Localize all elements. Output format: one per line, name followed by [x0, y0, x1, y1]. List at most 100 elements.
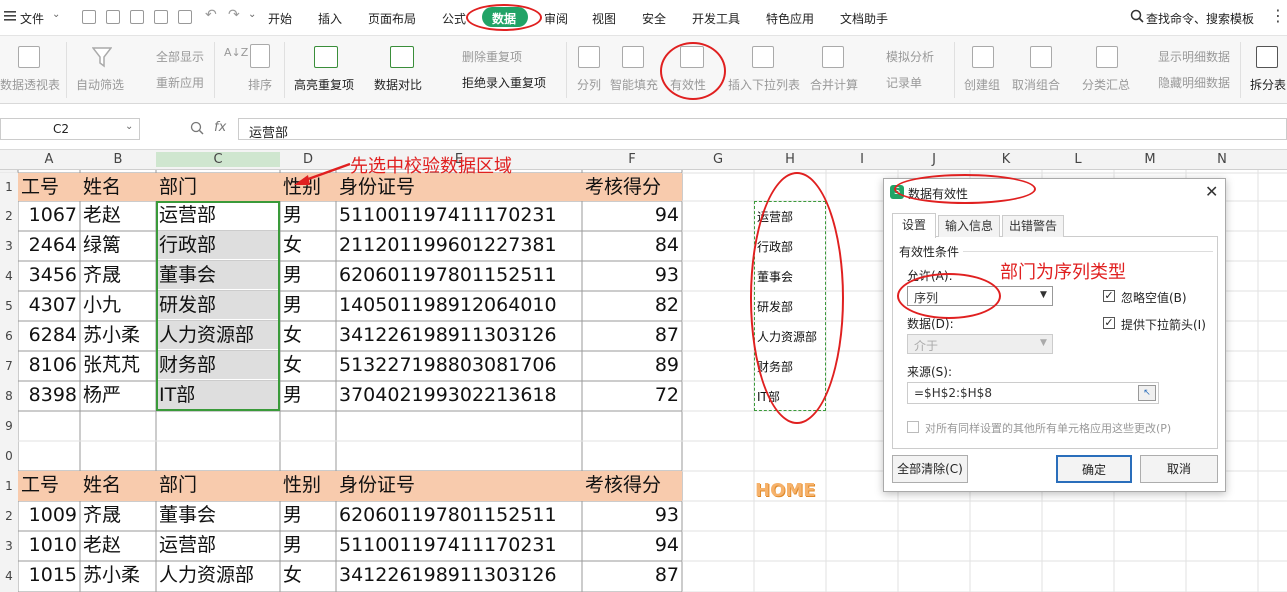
- table-cell[interactable]: 小九: [80, 291, 156, 319]
- table-cell[interactable]: 72: [582, 381, 682, 409]
- tab-security[interactable]: 安全: [642, 10, 666, 27]
- table-cell[interactable]: 女: [280, 321, 336, 349]
- table2-header-score[interactable]: 考核得分: [582, 471, 682, 501]
- merge-calc-icon[interactable]: [822, 46, 844, 68]
- tab-formula[interactable]: 公式: [442, 10, 466, 27]
- row-header[interactable]: 6: [0, 321, 18, 351]
- table-cell[interactable]: 杨严: [80, 381, 156, 409]
- table-cell[interactable]: 370402199302213618: [336, 381, 582, 409]
- table-cell[interactable]: 男: [280, 381, 336, 409]
- search-command[interactable]: 查找命令、搜索模板: [1146, 10, 1254, 27]
- table-cell[interactable]: 620601197801152511: [336, 501, 582, 529]
- table2-header-name[interactable]: 姓名: [80, 471, 156, 501]
- table-cell[interactable]: 男: [280, 531, 336, 559]
- preview-icon[interactable]: [154, 10, 168, 24]
- table-cell[interactable]: 苏小柔: [80, 561, 156, 589]
- split-table-button[interactable]: 拆分表: [1250, 76, 1286, 93]
- sort-icon[interactable]: [250, 44, 270, 68]
- table2-header-id[interactable]: 工号: [18, 471, 80, 501]
- tab-home[interactable]: 开始: [268, 10, 292, 27]
- table-cell[interactable]: 苏小柔: [80, 321, 156, 349]
- row-header[interactable]: 7: [0, 351, 18, 381]
- table-cell[interactable]: 87: [582, 321, 682, 349]
- tab-review[interactable]: 审阅: [544, 10, 568, 27]
- table-cell[interactable]: 齐晟: [80, 261, 156, 289]
- row-header[interactable]: 1: [0, 471, 18, 501]
- tab-doc-assistant[interactable]: 文档助手: [840, 10, 888, 27]
- sort-button[interactable]: 排序: [248, 76, 272, 93]
- table-cell[interactable]: 老赵: [80, 531, 156, 559]
- tab-developer[interactable]: 开发工具: [692, 10, 740, 27]
- show-detail-button[interactable]: 显示明细数据: [1158, 48, 1230, 65]
- dropdown-arrow-icon[interactable]: ▼: [1040, 290, 1047, 300]
- table-cell[interactable]: 张芃芃: [80, 351, 156, 379]
- tab-special[interactable]: 特色应用: [766, 10, 814, 27]
- chevron-down-icon[interactable]: ⌄: [52, 9, 60, 20]
- fx-icon[interactable]: fx: [214, 120, 226, 135]
- table-cell[interactable]: 1009: [18, 501, 80, 529]
- table-cell[interactable]: 94: [582, 531, 682, 559]
- table-cell[interactable]: 齐晟: [80, 501, 156, 529]
- table-cell[interactable]: 89: [582, 351, 682, 379]
- table-cell[interactable]: 511001197411170231: [336, 201, 582, 229]
- close-icon[interactable]: ✕: [1205, 182, 1218, 201]
- table-cell[interactable]: 341226198911303126: [336, 561, 582, 589]
- col-header[interactable]: J: [898, 152, 970, 167]
- col-header[interactable]: K: [970, 152, 1042, 167]
- table-cell[interactable]: 3456: [18, 261, 80, 289]
- table-cell[interactable]: 87: [582, 561, 682, 589]
- create-group-icon[interactable]: [972, 46, 994, 68]
- ungroup-button[interactable]: 取消组合: [1012, 76, 1060, 93]
- row-header[interactable]: 3: [0, 231, 18, 261]
- table-cell[interactable]: 93: [582, 261, 682, 289]
- table1-header-name[interactable]: 姓名: [80, 173, 156, 201]
- pivot-table-icon[interactable]: [18, 46, 40, 68]
- row-header[interactable]: 4: [0, 561, 18, 592]
- tab-insert[interactable]: 插入: [318, 10, 342, 27]
- insert-dropdown-button[interactable]: 插入下拉列表: [728, 76, 800, 93]
- clear-all-button[interactable]: 全部清除(C): [892, 455, 968, 483]
- table-cell[interactable]: 94: [582, 201, 682, 229]
- zoom-icon[interactable]: [190, 121, 204, 138]
- export-icon[interactable]: [106, 10, 120, 24]
- insert-dropdown-icon[interactable]: [752, 46, 774, 68]
- col-header[interactable]: G: [682, 152, 754, 167]
- apply-all-checkbox[interactable]: [907, 421, 919, 433]
- pivot-table-button[interactable]: 数据透视表: [0, 76, 60, 93]
- row-header[interactable]: 4: [0, 261, 18, 291]
- chevron-down-icon[interactable]: ⌄: [248, 9, 256, 20]
- chevron-down-icon[interactable]: ⌄: [125, 121, 133, 132]
- table-cell[interactable]: 老赵: [80, 201, 156, 229]
- tab-error-alert[interactable]: 出错警告: [1002, 215, 1064, 237]
- tab-input-info[interactable]: 输入信息: [938, 215, 1000, 237]
- hide-detail-button[interactable]: 隐藏明细数据: [1158, 74, 1230, 91]
- subtotal-icon[interactable]: [1096, 46, 1118, 68]
- split-column-button[interactable]: 分列: [577, 76, 601, 93]
- menu-icon[interactable]: [4, 10, 16, 22]
- table-cell[interactable]: 93: [582, 501, 682, 529]
- table-cell[interactable]: 211201199601227381: [336, 231, 582, 259]
- table-cell[interactable]: 女: [280, 231, 336, 259]
- col-header[interactable]: L: [1042, 152, 1114, 167]
- col-header[interactable]: A: [18, 152, 80, 167]
- table1-header-dept[interactable]: 部门: [156, 173, 280, 201]
- save-icon[interactable]: [82, 10, 96, 24]
- smart-fill-button[interactable]: 智能填充: [610, 76, 658, 93]
- format-painter-icon[interactable]: [178, 10, 192, 24]
- table-cell[interactable]: 8398: [18, 381, 80, 409]
- simulate-button[interactable]: 模拟分析: [886, 48, 934, 65]
- compare-button[interactable]: 数据对比: [374, 76, 422, 93]
- table1-header-id[interactable]: 工号: [18, 173, 80, 201]
- table-cell[interactable]: 董事会: [156, 501, 280, 529]
- highlight-dup-icon[interactable]: [314, 46, 338, 68]
- redo-icon[interactable]: ↷: [228, 7, 240, 23]
- create-group-button[interactable]: 创建组: [964, 76, 1000, 93]
- merge-calc-button[interactable]: 合并计算: [810, 76, 858, 93]
- split-column-icon[interactable]: [578, 46, 600, 68]
- table-cell[interactable]: 511001197411170231: [336, 531, 582, 559]
- table-cell[interactable]: 6284: [18, 321, 80, 349]
- table-cell[interactable]: 1010: [18, 531, 80, 559]
- row-header[interactable]: 0: [0, 441, 18, 471]
- table-cell[interactable]: 8106: [18, 351, 80, 379]
- table-cell[interactable]: 男: [280, 201, 336, 229]
